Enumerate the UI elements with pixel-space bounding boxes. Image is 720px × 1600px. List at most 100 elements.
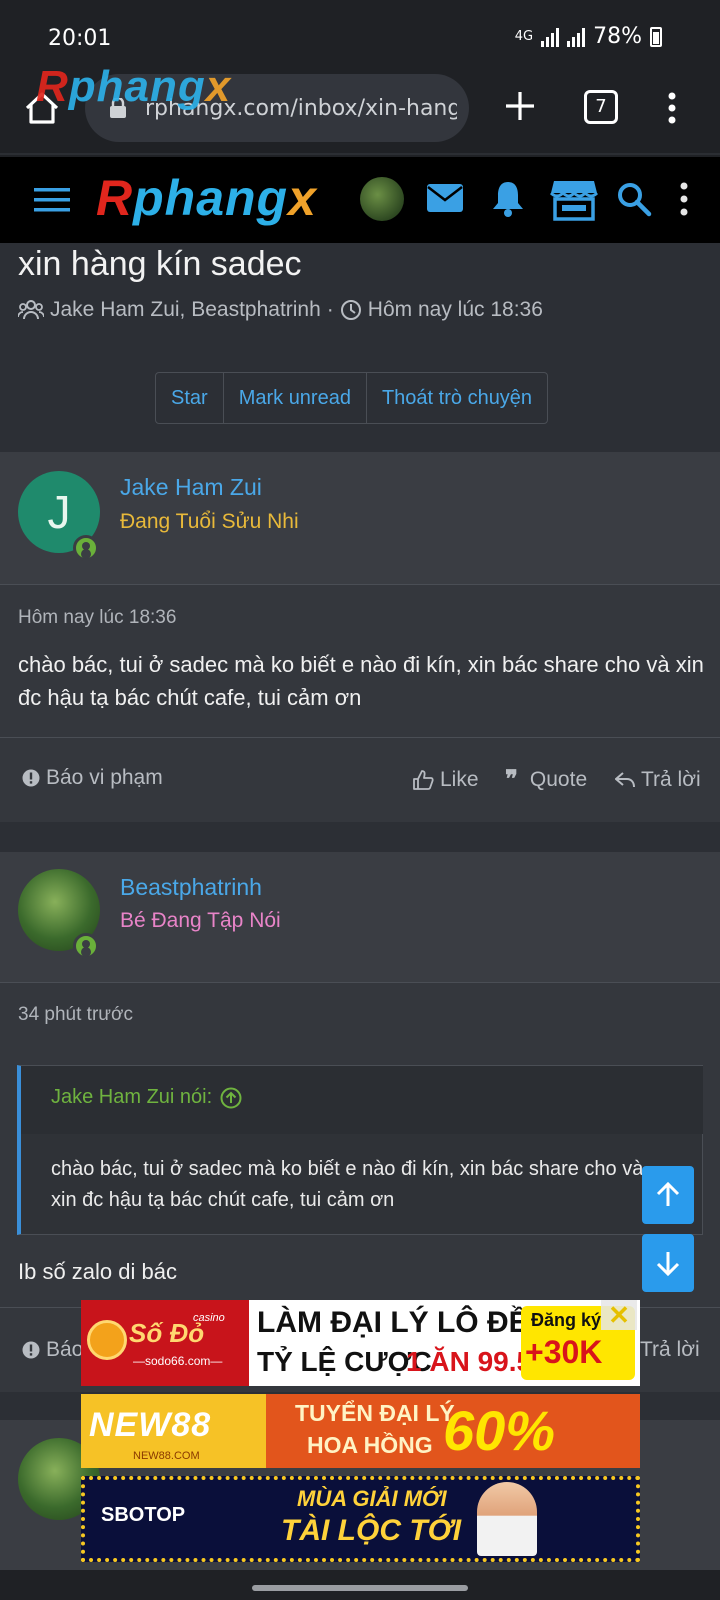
ad-site: —sodo66.com— [133, 1354, 223, 1368]
report-label: Báo vi phạm [46, 766, 163, 789]
logo-part-a: R [96, 170, 134, 226]
quote-author-label: Jake Ham Zui nói: [51, 1086, 213, 1108]
report-label: Báo [46, 1338, 84, 1361]
ad-line1: TUYỂN ĐẠI LÝ [295, 1400, 455, 1426]
ad-line2: TÀI LỘC TỚI [281, 1514, 462, 1547]
user-avatar[interactable] [360, 177, 404, 221]
store-icon[interactable] [550, 177, 598, 221]
ad-banner-sodo[interactable]: Số Đỏ casino —sodo66.com— LÀM ĐẠI LÝ LÔ … [81, 1300, 640, 1386]
thumbs-up-icon [413, 770, 434, 790]
hamburger-menu-icon[interactable] [34, 187, 70, 213]
like-label: Like [440, 768, 479, 791]
ad-line1: LÀM ĐẠI LÝ LÔ ĐỀ [257, 1306, 529, 1339]
like-button[interactable]: Like [412, 768, 479, 792]
message-body: Ib số zalo di bác [18, 1259, 177, 1284]
report-button[interactable]: Báo [22, 1338, 83, 1362]
star-button[interactable]: Star [156, 373, 224, 423]
thread-time: Hôm nay lúc 18:36 [367, 298, 543, 321]
message-time: Hôm nay lúc 18:36 [18, 607, 177, 628]
thread-actions: Star Mark unread Thoát trò chuyện [155, 372, 549, 424]
browser-toolbar: rphangx.com/inbox/xin-hang-l Rphangx 7 [0, 62, 720, 155]
ad-brand: SBOTOP [101, 1504, 186, 1526]
users-icon [18, 300, 44, 320]
ad-line2b: 1 ĂN 99.5 [406, 1346, 533, 1377]
ad-badge-top: Đăng ký [531, 1310, 602, 1330]
coin-icon [87, 1320, 127, 1360]
network-type: 4G [514, 29, 534, 44]
mark-unread-button[interactable]: Mark unread [224, 373, 367, 423]
new-tab-icon[interactable] [500, 86, 540, 126]
quote-block: Jake Ham Zui nói: chào bác, tui ở sadec … [17, 1065, 703, 1235]
message-time: 34 phút trước [18, 1004, 133, 1025]
quote-icon: ❞ [505, 766, 518, 793]
meta-separator: · [326, 298, 334, 321]
home-gesture-handle[interactable] [252, 1585, 468, 1591]
bell-icon[interactable] [490, 179, 526, 217]
thread-meta: Jake Ham Zui, Beastphatrinh · Hôm nay lú… [18, 298, 543, 322]
battery-percent: 78% [593, 24, 642, 49]
ad-logo-area: NEW88 NEW88.COM [81, 1394, 266, 1468]
reply-button[interactable]: Trả lời [640, 1338, 700, 1362]
ad-close-icon[interactable]: ✕ [601, 1300, 637, 1330]
arrow-up-icon [656, 1181, 680, 1206]
quote-author[interactable]: Jake Ham Zui nói: [51, 1086, 242, 1109]
clock-icon [340, 300, 361, 320]
more-options-icon[interactable] [676, 179, 692, 219]
alert-icon [22, 1341, 40, 1359]
page-title: xin hàng kín sadec [18, 245, 302, 283]
scroll-top-button[interactable] [642, 1166, 694, 1224]
quote-button[interactable]: ❞ Quote [505, 768, 587, 792]
online-status-icon [73, 535, 99, 561]
signal-icon [541, 27, 560, 47]
status-bar: 20:01 4G 78% [0, 0, 720, 70]
logo-part-b: phang [133, 170, 289, 226]
message-1: J Jake Ham Zui Đang Tuổi Sửu Nhi Hôm nay… [0, 452, 720, 822]
site-logo[interactable]: Rphangx [96, 169, 317, 227]
logo-part-c: x [288, 170, 317, 226]
logo-overlay: Rphangx [36, 62, 232, 111]
message-header: Beastphatrinh Bé Đang Tập Nói [0, 852, 720, 983]
signal-icon-2 [567, 27, 586, 47]
participants[interactable]: Jake Ham Zui, Beastphatrinh [50, 298, 321, 322]
quote-label: Quote [529, 768, 588, 791]
leave-conversation-button[interactable]: Thoát trò chuyện [367, 373, 547, 423]
reply-label: Trả lời [640, 1338, 700, 1361]
quote-header: Jake Ham Zui nói: [21, 1066, 703, 1134]
message-footer: Báo vi phạm Like ❞ Quote Trả lời [0, 737, 720, 822]
user-title: Đang Tuổi Sửu Nhi [120, 510, 299, 533]
online-status-icon [73, 933, 99, 959]
search-icon[interactable] [616, 181, 652, 217]
ad-banner-sbotop[interactable]: SBOTOP MÙA GIẢI MỚI TÀI LỘC TỚI [81, 1476, 640, 1562]
tab-switcher-button[interactable]: 7 [584, 90, 618, 124]
ad-brand-tag: casino [193, 1312, 225, 1324]
avatar-letter: J [47, 486, 71, 538]
battery-icon [650, 26, 662, 47]
ad-percent: 60% [443, 1399, 556, 1462]
ad-banner-new88[interactable]: NEW88 NEW88.COM TUYỂN ĐẠI LÝ HOA HỒNG 60… [81, 1394, 640, 1468]
scroll-bottom-button[interactable] [642, 1234, 694, 1292]
username[interactable]: Beastphatrinh [120, 874, 262, 901]
arrow-down-icon [656, 1252, 680, 1277]
message-body: chào bác, tui ở sadec mà ko biết e nào đ… [18, 652, 704, 710]
reply-button[interactable]: Trả lời [615, 768, 701, 792]
status-indicators: 4G 78% [515, 24, 662, 49]
reply-icon [615, 772, 635, 788]
ad-badge-bottom: +30K [525, 1334, 603, 1370]
alert-icon [22, 769, 40, 787]
mail-icon[interactable] [426, 183, 464, 213]
site-header: Rphangx [0, 157, 720, 243]
browser-menu-icon[interactable] [662, 88, 682, 128]
status-time: 20:01 [48, 26, 112, 51]
ad-site: NEW88.COM [133, 1450, 200, 1462]
ad-line2: HOA HỒNG [307, 1432, 433, 1458]
user-title: Bé Đang Tập Nói [120, 909, 281, 932]
ad-logo-area: Số Đỏ casino —sodo66.com— [81, 1300, 249, 1386]
ad-brand: NEW88 [89, 1406, 212, 1444]
username[interactable]: Jake Ham Zui [120, 474, 262, 501]
report-button[interactable]: Báo vi phạm [22, 766, 163, 790]
arrow-up-circle-icon[interactable] [220, 1087, 242, 1109]
message-header: J Jake Ham Zui Đang Tuổi Sửu Nhi [0, 452, 720, 585]
ad-person-image [477, 1482, 537, 1556]
quote-text: chào bác, tui ở sadec mà ko biết e nào đ… [51, 1158, 644, 1211]
reply-label: Trả lời [641, 768, 701, 791]
